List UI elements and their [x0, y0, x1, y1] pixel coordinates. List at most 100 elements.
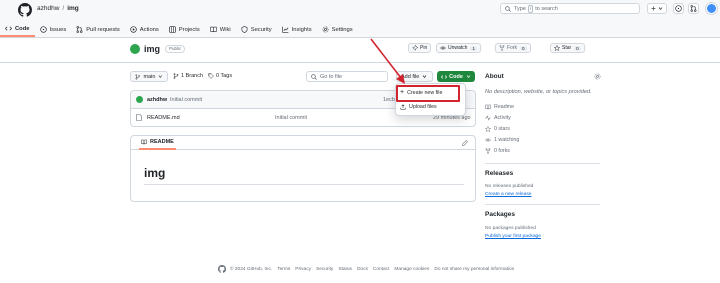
no-releases-text: No releases published — [485, 184, 534, 189]
tab-settings-label: Settings — [331, 26, 353, 33]
footer-link-manage-cookies[interactable]: Manage cookies — [394, 267, 429, 272]
activity-link[interactable]: Activity — [485, 115, 511, 121]
pulse-icon — [485, 115, 491, 121]
footer-link-status[interactable]: Status — [338, 267, 352, 272]
branch-selector[interactable]: main — [130, 71, 168, 82]
play-icon — [130, 26, 137, 33]
readme-header: README — [131, 136, 475, 150]
book-icon — [485, 104, 491, 110]
tab-security[interactable]: Security — [236, 22, 277, 37]
github-logo-icon[interactable] — [218, 265, 226, 273]
commit-hash[interactable]: 1ecb — [383, 97, 395, 103]
unwatch-button[interactable]: Unwatch 1 — [436, 43, 481, 53]
publish-package-link[interactable]: Publish your first package — [485, 234, 541, 239]
forks-link-label: 0 forks — [494, 148, 510, 154]
fork-icon — [499, 45, 505, 51]
go-to-file-placeholder: Go to file — [320, 73, 343, 80]
file-name[interactable]: README.md — [147, 115, 180, 121]
code-icon — [5, 26, 12, 31]
file-commit-message[interactable]: Initial commit — [275, 115, 307, 121]
footer-link-docs[interactable]: Docs — [357, 267, 368, 272]
footer-link-security[interactable]: Security — [316, 267, 333, 272]
eye-icon — [485, 138, 491, 142]
upload-icon — [400, 104, 406, 110]
stars-link[interactable]: 0 stars — [485, 126, 510, 132]
tab-code-label: Code — [15, 25, 30, 32]
fork-button[interactable]: Fork 0 — [495, 43, 531, 53]
header-divider — [0, 62, 720, 63]
code-button-label: Code — [449, 73, 463, 80]
tab-insights[interactable]: Insights — [277, 22, 317, 37]
search-shortcut-key: / — [527, 4, 534, 13]
tab-projects[interactable]: Projects — [164, 22, 205, 37]
watching-link-label: 1 watching — [494, 137, 520, 143]
top-bar: azhdhw / img Type / to search + Code Issue… — [0, 0, 720, 38]
sidebar-divider — [485, 163, 600, 164]
create-new-button[interactable]: + — [647, 3, 667, 14]
tab-security-label: Security — [250, 26, 272, 33]
fork-count: 0 — [520, 45, 527, 51]
repo-name[interactable]: img — [144, 44, 160, 54]
footer-link-terms[interactable]: Terms — [277, 267, 290, 272]
add-file-button[interactable]: Add file — [396, 71, 433, 82]
readme-tab[interactable]: README — [139, 136, 176, 150]
star-button[interactable]: Star 0 — [550, 43, 585, 53]
code-button[interactable]: Code — [437, 71, 475, 82]
tab-projects-label: Projects — [178, 26, 200, 33]
breadcrumb-repo[interactable]: img — [67, 5, 79, 12]
watching-link[interactable]: 1 watching — [485, 137, 519, 143]
tab-settings[interactable]: Settings — [317, 22, 358, 37]
tab-issues-label: Issues — [49, 26, 67, 33]
eye-icon — [440, 46, 446, 50]
commit-author[interactable]: azhdhw — [147, 97, 167, 103]
pull-request-icon — [76, 26, 83, 33]
footer-link-privacy[interactable]: Privacy — [295, 267, 311, 272]
footer-link-do-not-share[interactable]: Do not share my personal information — [434, 267, 514, 272]
tab-wiki[interactable]: Wiki — [205, 22, 236, 37]
chevron-down-icon — [466, 75, 471, 79]
commit-message[interactable]: Initial commit — [170, 97, 202, 103]
go-to-file-input[interactable]: Go to file — [306, 71, 388, 82]
footer-link-contact[interactable]: Contact — [373, 267, 390, 272]
about-title: About — [485, 73, 504, 80]
tab-code[interactable]: Code — [0, 22, 35, 37]
chevron-down-icon — [159, 75, 163, 78]
user-avatar[interactable] — [706, 3, 717, 14]
github-logo-icon[interactable] — [18, 3, 32, 17]
tab-pull-requests[interactable]: Pull requests — [71, 22, 125, 37]
branch-name: main — [143, 73, 156, 80]
book-icon — [141, 139, 147, 145]
pencil-icon[interactable] — [462, 140, 468, 146]
breadcrumb: azhdhw / img — [37, 5, 79, 13]
tags-link[interactable]: 0 Tags — [208, 73, 232, 79]
search-input[interactable]: Type / to search — [500, 3, 640, 14]
breadcrumb-separator: / — [62, 5, 65, 12]
issues-button[interactable] — [673, 3, 684, 14]
pull-requests-button[interactable] — [688, 3, 699, 14]
tab-issues[interactable]: Issues — [35, 22, 72, 37]
pin-button[interactable]: Pin — [408, 43, 432, 53]
star-label: Star — [562, 45, 572, 51]
branches-link[interactable]: 1 Branch — [173, 73, 203, 79]
table-icon — [169, 26, 176, 33]
branches-count: 1 Branch — [181, 73, 204, 79]
highlight-box — [396, 85, 460, 102]
tags-count: 0 Tags — [216, 73, 233, 79]
create-release-link[interactable]: Create a new release — [485, 192, 532, 197]
search-placeholder-post: to search — [535, 5, 558, 12]
breadcrumb-owner[interactable]: azhdhw — [37, 5, 59, 12]
stars-link-label: 0 stars — [494, 126, 510, 132]
readme-link[interactable]: Readme — [485, 104, 514, 110]
chevron-down-icon — [423, 75, 427, 79]
star-icon — [485, 126, 491, 132]
sidebar-divider — [485, 204, 600, 205]
pull-request-icon — [690, 5, 697, 12]
gear-icon[interactable] — [594, 73, 601, 80]
fork-label: Fork — [507, 45, 517, 51]
menu-item-upload-files[interactable]: Upload files — [400, 104, 437, 110]
forks-link[interactable]: 0 forks — [485, 148, 510, 154]
releases-title[interactable]: Releases — [485, 170, 513, 177]
tab-actions[interactable]: Actions — [125, 22, 164, 37]
packages-title[interactable]: Packages — [485, 211, 515, 218]
star-count: 0 — [574, 45, 581, 51]
